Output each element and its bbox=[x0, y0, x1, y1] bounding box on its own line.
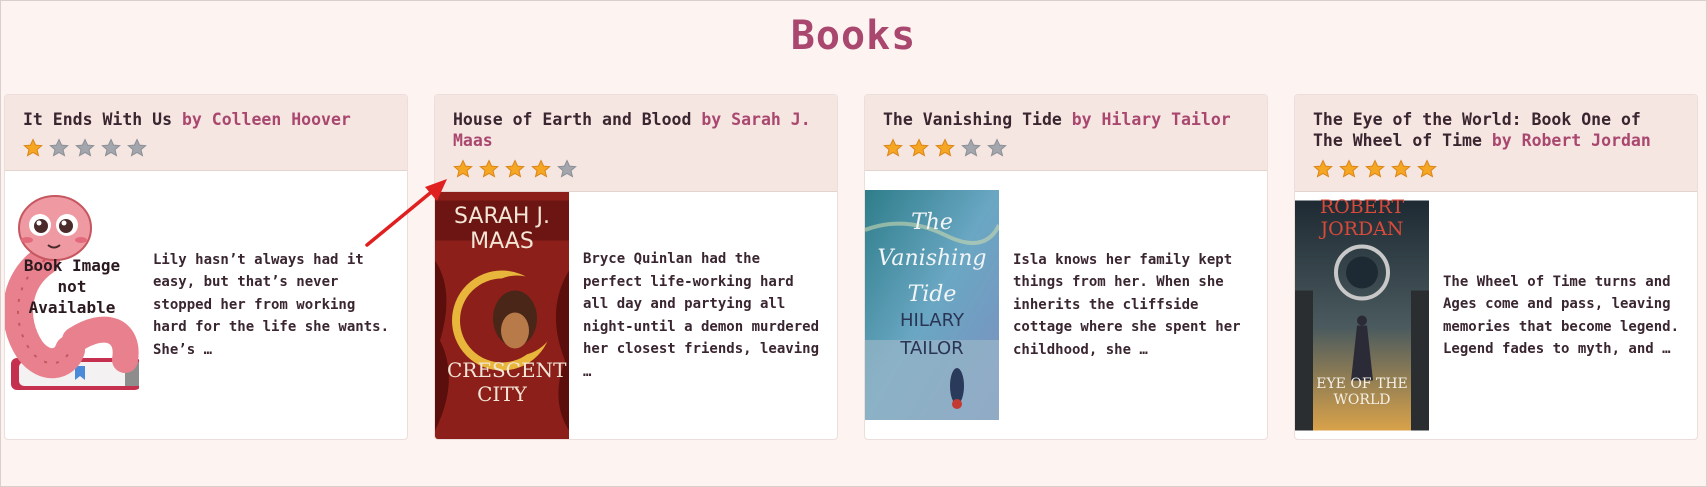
star-icon bbox=[1391, 159, 1411, 178]
book-card-body: SARAH J. MAAS CRESCENT CITY Bryce Quinla… bbox=[435, 192, 837, 439]
cover-author-text: ROBERT JORDAN bbox=[1319, 196, 1405, 240]
book-title-line: House of Earth and Blood by Sarah J. Maa… bbox=[453, 109, 819, 151]
star-icon bbox=[531, 159, 551, 178]
book-card-body: ROBERT JORDAN EYE OF THE WORLD The Wheel… bbox=[1295, 192, 1697, 439]
book-card-header: It Ends With Us by Colleen Hoover bbox=[5, 95, 407, 171]
star-icon bbox=[101, 138, 121, 157]
book-author: by Hilary Tailor bbox=[1071, 110, 1231, 129]
star-icon bbox=[909, 138, 929, 157]
book-title: It Ends With Us bbox=[23, 110, 173, 129]
cover-author-text: SARAH J. MAAS bbox=[454, 204, 550, 254]
book-card-body: The Vanishing Tide HILARY TAILOR Isla kn… bbox=[865, 171, 1267, 439]
page-title: Books bbox=[790, 13, 917, 59]
book-title: The Vanishing Tide bbox=[883, 110, 1062, 129]
book-card-header: The Vanishing Tide by Hilary Tailor bbox=[865, 95, 1267, 171]
star-icon bbox=[1313, 159, 1333, 178]
book-author: by Robert Jordan bbox=[1491, 131, 1651, 150]
book-cover-image: ROBERT JORDAN EYE OF THE WORLD bbox=[1295, 192, 1429, 439]
book-title: House of Earth and Blood bbox=[453, 110, 692, 129]
book-cover-placeholder: Book Image not Available bbox=[5, 171, 139, 439]
book-card-header: The Eye of the World: Book One of The Wh… bbox=[1295, 95, 1697, 192]
star-rating bbox=[883, 138, 1249, 158]
star-icon bbox=[127, 138, 147, 157]
cover-title-text: EYE OF THE WORLD bbox=[1316, 376, 1408, 408]
star-icon bbox=[987, 138, 1007, 157]
book-card[interactable]: House of Earth and Blood by Sarah J. Maa… bbox=[434, 94, 838, 440]
book-title-line: The Eye of the World: Book One of The Wh… bbox=[1313, 109, 1679, 151]
star-icon bbox=[1417, 159, 1437, 178]
star-icon bbox=[1339, 159, 1359, 178]
book-description: Lily hasn’t always had it easy, but that… bbox=[153, 251, 390, 358]
star-icon bbox=[479, 159, 499, 178]
book-description: The Wheel of Time turns and Ages come an… bbox=[1443, 273, 1680, 358]
book-list: It Ends With Us by Colleen Hoover Book I… bbox=[4, 94, 1698, 440]
star-icon bbox=[961, 138, 981, 157]
cover-author-text: HILARY TAILOR bbox=[900, 310, 964, 359]
book-card[interactable]: The Eye of the World: Book One of The Wh… bbox=[1294, 94, 1698, 440]
book-cover-image: The Vanishing Tide HILARY TAILOR bbox=[865, 171, 999, 439]
star-icon bbox=[453, 159, 473, 178]
star-icon bbox=[557, 159, 577, 178]
star-icon bbox=[49, 138, 69, 157]
book-card[interactable]: It Ends With Us by Colleen Hoover Book I… bbox=[4, 94, 408, 440]
book-card[interactable]: The Vanishing Tide by Hilary Tailor The … bbox=[864, 94, 1268, 440]
star-icon bbox=[883, 138, 903, 157]
star-icon bbox=[1365, 159, 1385, 178]
book-cover-image: SARAH J. MAAS CRESCENT CITY bbox=[435, 192, 569, 439]
book-description: Bryce Quinlan had the perfect life-worki… bbox=[583, 251, 820, 380]
annotation-arrow-icon bbox=[365, 179, 447, 247]
cover-title-text: The Vanishing Tide bbox=[877, 210, 987, 307]
star-icon bbox=[505, 159, 525, 178]
cover-title-text: CRESCENT CITY bbox=[447, 358, 567, 406]
book-card-header: House of Earth and Blood by Sarah J. Maa… bbox=[435, 95, 837, 192]
book-title-line: The Vanishing Tide by Hilary Tailor bbox=[883, 109, 1249, 130]
star-icon bbox=[75, 138, 95, 157]
star-icon bbox=[935, 138, 955, 157]
star-rating bbox=[453, 159, 819, 179]
book-title-line: It Ends With Us by Colleen Hoover bbox=[23, 109, 389, 130]
star-icon bbox=[23, 138, 43, 157]
star-rating bbox=[23, 138, 389, 158]
book-author: by Colleen Hoover bbox=[181, 110, 351, 129]
book-description: Isla knows her family kept things from h… bbox=[1013, 251, 1241, 358]
cover-placeholder-text: Book Image not Available bbox=[23, 256, 121, 317]
book-card-body: Book Image not Available Lily hasn’t alw… bbox=[5, 171, 407, 439]
star-rating bbox=[1313, 159, 1679, 179]
